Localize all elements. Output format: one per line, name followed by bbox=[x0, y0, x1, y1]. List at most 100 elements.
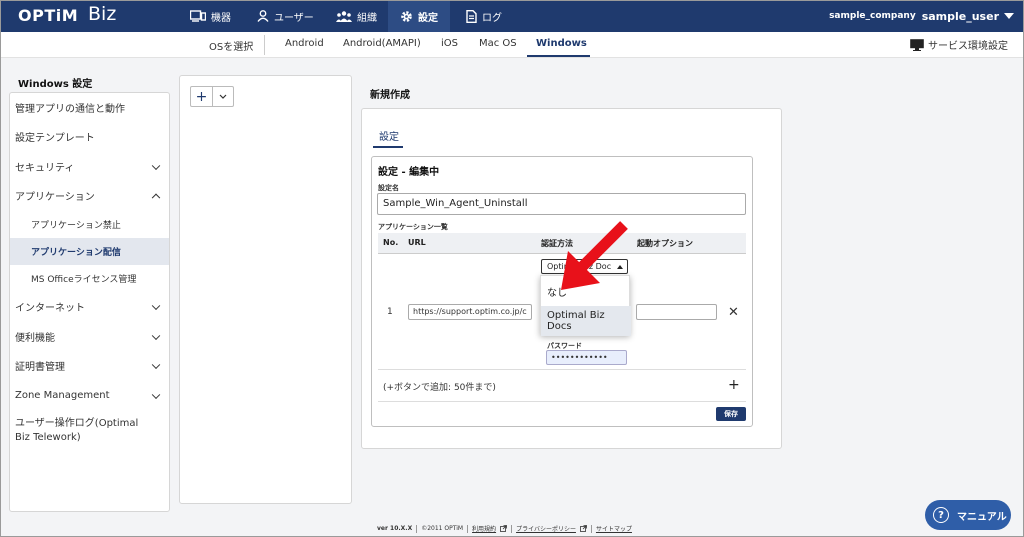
add-button-group: + bbox=[190, 86, 234, 107]
version-text: ver 10.X.X bbox=[377, 525, 413, 532]
chevron-down-icon bbox=[151, 360, 161, 369]
chevron-down-icon bbox=[219, 94, 227, 99]
device-icon bbox=[190, 10, 206, 22]
row-number: 1 bbox=[387, 307, 393, 317]
sidebar-item-label: アプリケーション配信 bbox=[31, 248, 121, 258]
biz-logo: Biz bbox=[88, 3, 117, 25]
help-icon: ? bbox=[933, 507, 949, 523]
log-icon bbox=[466, 9, 477, 23]
tab-android[interactable]: Android bbox=[285, 38, 324, 49]
nav-users[interactable]: ユーザー bbox=[257, 0, 314, 32]
page-title: 新規作成 bbox=[370, 90, 410, 101]
privacy-link[interactable]: プライバシーポリシー bbox=[516, 524, 576, 533]
tab-windows[interactable]: Windows bbox=[536, 38, 587, 49]
sidebar-item-label: ユーザー操作ログ(Optimal Biz Telework) bbox=[15, 418, 139, 443]
os-separator bbox=[264, 35, 265, 55]
sidebar-item-security[interactable]: セキュリティ bbox=[10, 152, 169, 181]
sidebar-item-utility[interactable]: 便利機能 bbox=[10, 322, 169, 351]
sidebar-item-label: アプリケーション bbox=[15, 192, 95, 203]
settings-sidebar: 管理アプリの通信と動作 設定テンプレート セキュリティ アプリケーション アプリ… bbox=[9, 92, 170, 512]
active-tab-underline bbox=[527, 55, 590, 57]
user-menu[interactable]: sample_company sample_user bbox=[829, 0, 1014, 32]
footer-separator bbox=[590, 524, 592, 533]
service-settings-link[interactable]: サービス環境設定 bbox=[910, 37, 1008, 52]
chevron-up-icon bbox=[151, 193, 161, 202]
sidebar-item-label: インターネット bbox=[15, 303, 85, 314]
caret-down-icon bbox=[1004, 13, 1014, 19]
setting-name-input[interactable]: Sample_Win_Agent_Uninstall bbox=[377, 193, 746, 215]
sidebar-item-app-block[interactable]: アプリケーション禁止 bbox=[10, 211, 169, 238]
add-button[interactable]: + bbox=[191, 87, 213, 106]
external-link-icon bbox=[580, 525, 587, 532]
tab-macos[interactable]: Mac OS bbox=[479, 38, 517, 49]
chevron-down-icon bbox=[151, 301, 161, 310]
sitemap-link[interactable]: サイトマップ bbox=[596, 524, 632, 533]
col-no: No. bbox=[383, 238, 399, 247]
footer-separator bbox=[416, 524, 418, 533]
company-name: sample_company bbox=[829, 11, 916, 21]
footer-separator bbox=[467, 524, 469, 533]
chevron-down-icon bbox=[151, 390, 161, 399]
nav-devices-label: 機器 bbox=[211, 12, 231, 24]
nav-devices[interactable]: 機器 bbox=[190, 0, 231, 32]
gear-icon bbox=[401, 10, 412, 22]
footer: ver 10.X.X ©2011 OPTiM 利用規約 プライバシーポリシー サ… bbox=[377, 524, 632, 533]
footer-separator bbox=[511, 524, 513, 533]
sidebar-item-label: アプリケーション禁止 bbox=[31, 221, 121, 231]
sidebar-item-zone[interactable]: Zone Management bbox=[10, 381, 169, 410]
save-button[interactable]: 保存 bbox=[716, 407, 746, 421]
external-link-icon bbox=[500, 525, 507, 532]
settings-list-panel: + bbox=[179, 75, 352, 504]
chevron-down-icon bbox=[151, 161, 161, 170]
manual-label: マニュアル bbox=[957, 511, 1007, 523]
add-dropdown-button[interactable] bbox=[213, 87, 233, 106]
tab-underline bbox=[373, 146, 403, 148]
monitor-icon bbox=[910, 38, 924, 51]
edit-title: 設定 - 編集中 bbox=[378, 167, 440, 178]
nav-log-label: ログ bbox=[482, 12, 502, 24]
manual-button[interactable]: ? マニュアル bbox=[925, 500, 1011, 530]
os-select-label: OSを選択 bbox=[209, 42, 254, 53]
sidebar-item-app-delivery[interactable]: アプリケーション配信 bbox=[10, 238, 169, 265]
tab-settings[interactable]: 設定 bbox=[379, 128, 399, 143]
sidebar-item-certificates[interactable]: 証明書管理 bbox=[10, 351, 169, 380]
sidebar-item-label: MS Officeライセンス管理 bbox=[31, 275, 137, 285]
applist-label: アプリケーション一覧 bbox=[378, 223, 448, 231]
nav-settings[interactable]: 設定 bbox=[388, 0, 450, 32]
top-nav-bar: OPTiM Biz 機器 ユーザー 組織 設定 ログ sample_compan… bbox=[0, 0, 1024, 32]
sidebar-item-user-log[interactable]: ユーザー操作ログ(Optimal Biz Telework) bbox=[10, 411, 169, 451]
nav-org[interactable]: 組織 bbox=[336, 0, 377, 32]
col-launch-options: 起動オプション bbox=[637, 239, 693, 248]
sidebar-item-label: 証明書管理 bbox=[15, 362, 65, 373]
nav-settings-label: 設定 bbox=[418, 12, 438, 24]
nav-log[interactable]: ログ bbox=[466, 0, 502, 32]
sidebar-item-agent-comm[interactable]: 管理アプリの通信と動作 bbox=[10, 93, 169, 122]
sidebar-item-label: 設定テンプレート bbox=[15, 133, 95, 144]
sidebar-item-ms-office[interactable]: MS Officeライセンス管理 bbox=[10, 265, 169, 292]
chevron-down-icon bbox=[151, 331, 161, 340]
launch-option-input[interactable] bbox=[636, 304, 717, 320]
dropdown-option-biz-docs[interactable]: Optimal Biz Docs bbox=[541, 306, 631, 336]
tab-ios[interactable]: iOS bbox=[441, 38, 458, 49]
sidebar-item-label: 管理アプリの通信と動作 bbox=[15, 104, 125, 115]
red-arrow-annotation bbox=[561, 221, 628, 290]
setting-name-label: 設定名 bbox=[378, 184, 399, 192]
url-input[interactable]: https://support.optim.co.jp/c bbox=[408, 304, 532, 320]
sidebar-item-label: セキュリティ bbox=[15, 163, 75, 174]
sidebar-item-application[interactable]: アプリケーション bbox=[10, 181, 169, 210]
os-selector-bar: OSを選択 Android Android(AMAPI) iOS Mac OS … bbox=[0, 32, 1024, 58]
tab-android-amapi[interactable]: Android(AMAPI) bbox=[343, 38, 421, 49]
service-settings-label: サービス環境設定 bbox=[928, 41, 1008, 52]
sidebar-item-templates[interactable]: 設定テンプレート bbox=[10, 122, 169, 151]
terms-link[interactable]: 利用規約 bbox=[472, 524, 496, 533]
optim-logo[interactable]: OPTiM bbox=[18, 6, 78, 25]
col-url: URL bbox=[408, 238, 426, 247]
sidebar-item-label: 便利機能 bbox=[15, 333, 55, 344]
sidebar-item-internet[interactable]: インターネット bbox=[10, 292, 169, 321]
password-input[interactable]: •••••••••••• bbox=[546, 350, 627, 365]
add-row-button[interactable]: + bbox=[728, 377, 740, 393]
add-hint-text: (+ボタンで追加: 50件まで) bbox=[383, 383, 496, 393]
sidebar-item-label: Zone Management bbox=[15, 390, 110, 401]
sidebar-title: Windows 設定 bbox=[18, 79, 93, 90]
remove-row-button[interactable]: ✕ bbox=[728, 305, 739, 320]
